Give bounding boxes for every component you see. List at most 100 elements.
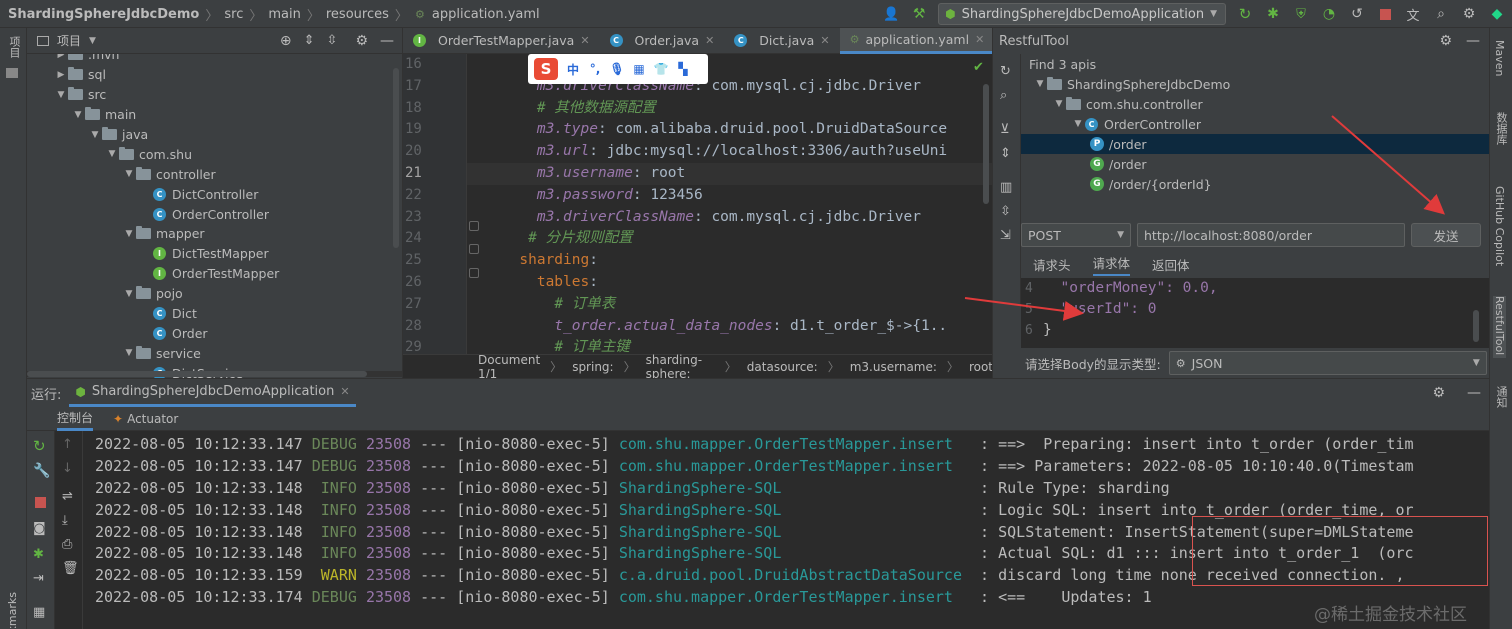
- search-icon[interactable]: ⌕: [1000, 88, 1007, 103]
- soft-wrap-icon[interactable]: ⇌: [62, 489, 73, 504]
- rerun-icon[interactable]: ↻: [1236, 5, 1254, 23]
- wrench-icon[interactable]: 🔧: [33, 463, 50, 479]
- minimize-icon[interactable]: —: [1466, 33, 1480, 49]
- chevron-down-icon[interactable]: ▼: [89, 36, 96, 46]
- status-document[interactable]: Document 1/1: [478, 353, 540, 381]
- project-panel-title[interactable]: 项目: [57, 32, 81, 49]
- bookmarks-tool-window-button[interactable]: Bookmarks: [6, 592, 19, 628]
- tree-item[interactable]: I DictTestMapper: [27, 244, 395, 264]
- tree-item[interactable]: C Order: [27, 323, 395, 343]
- coverage-icon[interactable]: ⛨: [1292, 5, 1310, 23]
- api-tree-node[interactable]: ▼ com.shu.controller: [1021, 94, 1490, 114]
- close-icon[interactable]: ✕: [975, 33, 984, 46]
- chevron-down-icon[interactable]: ▼: [1033, 79, 1047, 89]
- gear-icon[interactable]: ⚙: [1432, 385, 1445, 401]
- log-logger[interactable]: com.shu.mapper.OrderTestMapper.insert: [619, 435, 971, 453]
- update-running-icon[interactable]: ↺: [1348, 5, 1366, 23]
- close-icon[interactable]: ✕: [580, 34, 589, 47]
- chevron-down-icon[interactable]: ▼: [88, 130, 102, 140]
- punctuation-icon[interactable]: °,: [588, 62, 602, 76]
- tree-horizontal-scrollbar[interactable]: [27, 371, 402, 377]
- tree-scrollbar[interactable]: [393, 68, 399, 248]
- rerun-icon[interactable]: ↻: [33, 437, 46, 455]
- inspection-ok-icon[interactable]: ✔: [973, 60, 984, 75]
- tab-dict-java[interactable]: C Dict.java ✕: [724, 28, 839, 54]
- tree-item[interactable]: ▼ src: [27, 85, 395, 105]
- maven-tool-button[interactable]: Maven: [1493, 40, 1506, 79]
- breadcrumb-src[interactable]: src: [224, 7, 243, 22]
- chevron-down-icon[interactable]: ▼: [122, 289, 136, 299]
- refresh-icon[interactable]: ↻: [1000, 64, 1011, 79]
- tree-item[interactable]: I OrderTestMapper: [27, 264, 395, 284]
- minimize-icon[interactable]: —: [380, 33, 394, 49]
- expand-icon[interactable]: ⇕: [1000, 146, 1011, 161]
- expand-all-icon[interactable]: ⇳: [1000, 204, 1011, 219]
- chevron-down-icon[interactable]: ▼: [54, 90, 68, 100]
- chinese-mode-icon[interactable]: 中: [566, 62, 580, 77]
- log-logger[interactable]: com.shu.mapper.OrderTestMapper.insert: [619, 588, 971, 606]
- skin-shirt-icon[interactable]: 👕: [654, 62, 669, 76]
- chevron-down-icon[interactable]: ▼: [122, 169, 136, 179]
- tab-ordertestmapper[interactable]: I OrderTestMapper.java ✕: [403, 28, 600, 54]
- tree-item[interactable]: ▼ controller: [27, 164, 395, 184]
- body-scrollbar[interactable]: [1473, 310, 1479, 342]
- send-button[interactable]: 发送: [1411, 223, 1481, 247]
- login-icon[interactable]: ⇥: [33, 571, 44, 586]
- gear-icon[interactable]: ⚙: [355, 33, 368, 49]
- ide-logo-icon[interactable]: ◆: [1488, 5, 1506, 23]
- api-item[interactable]: G/order: [1021, 154, 1490, 174]
- run-configuration-select[interactable]: ⬢ ShardingSphereJdbcDemoApplication ▼: [938, 3, 1226, 25]
- stats-bars-icon[interactable]: ▥: [1000, 180, 1012, 195]
- api-item[interactable]: G/order/{orderId}: [1021, 174, 1490, 194]
- tree-item[interactable]: ▼ java: [27, 125, 395, 145]
- http-method-select[interactable]: POST ▼: [1021, 223, 1131, 247]
- database-tool-button[interactable]: 数据库: [1493, 112, 1512, 148]
- restfultool-tool-button[interactable]: RestfulTool: [1493, 296, 1506, 359]
- search-icon[interactable]: ⌕: [1432, 5, 1450, 23]
- close-icon[interactable]: ✕: [820, 34, 829, 47]
- close-icon[interactable]: ✕: [340, 385, 349, 398]
- log-logger[interactable]: com.shu.mapper.OrderTestMapper.insert: [619, 457, 971, 475]
- locate-target-icon[interactable]: ⊕: [280, 33, 292, 49]
- translate-icon[interactable]: 文: [1404, 5, 1422, 24]
- tree-item[interactable]: ▶ sql: [27, 65, 395, 85]
- tab-actuator[interactable]: ✦ Actuator: [113, 412, 178, 426]
- stop-icon[interactable]: [1376, 5, 1394, 23]
- stop-icon[interactable]: [35, 497, 46, 508]
- expand-all-icon[interactable]: ⇕: [304, 33, 315, 48]
- tree-item[interactable]: ▼ com.shu: [27, 144, 395, 164]
- status-path-sharding[interactable]: sharding-sphere:: [646, 353, 715, 381]
- tree-item[interactable]: C Dict: [27, 304, 395, 324]
- chevron-down-icon[interactable]: ▼: [105, 149, 119, 159]
- tab-order-java[interactable]: C Order.java ✕: [600, 28, 725, 54]
- chevron-right-icon[interactable]: ▶: [54, 54, 68, 60]
- tree-item[interactable]: ▶ .mvn: [27, 54, 395, 65]
- microphone-icon[interactable]: 🎙: [609, 62, 624, 76]
- log-logger[interactable]: ShardingSphere-SQL: [619, 544, 971, 562]
- trash-icon[interactable]: 🗑: [62, 561, 79, 576]
- keyboard-icon[interactable]: ▦: [632, 62, 646, 76]
- tab-response-body[interactable]: 返回体: [1152, 255, 1190, 274]
- tree-item[interactable]: C DictController: [27, 184, 395, 204]
- tab-request-headers[interactable]: 请求头: [1033, 255, 1071, 274]
- user-icon[interactable]: 👤: [882, 5, 900, 23]
- breadcrumb-project[interactable]: ShardingSphereJdbcDemo: [8, 7, 199, 22]
- chevron-down-icon[interactable]: ▼: [122, 229, 136, 239]
- collapse-all-icon[interactable]: ⇲: [1000, 228, 1011, 243]
- profile-icon[interactable]: ◔: [1320, 5, 1338, 23]
- build-hammer-icon[interactable]: ⚒: [910, 5, 928, 23]
- layout-icon[interactable]: ▦: [33, 605, 45, 620]
- tab-console[interactable]: 控制台: [57, 407, 94, 431]
- filter-icon[interactable]: ⊻: [1000, 122, 1010, 137]
- copilot-tool-button[interactable]: GitHub Copilot: [1493, 186, 1512, 269]
- api-item[interactable]: P/order: [1021, 134, 1490, 154]
- breadcrumb-main[interactable]: main: [268, 7, 300, 22]
- tab-application-yaml[interactable]: ⚙ application.yaml ✕: [839, 27, 995, 54]
- minimize-icon[interactable]: —: [1467, 385, 1481, 401]
- body-type-select[interactable]: ⚙ JSON ▼: [1168, 351, 1487, 375]
- tab-request-body[interactable]: 请求体: [1092, 253, 1131, 276]
- api-tree-node[interactable]: ▼ ShardingSphereJdbcDemo: [1021, 74, 1490, 94]
- collapse-all-icon[interactable]: ⇳: [327, 33, 338, 48]
- gear-icon[interactable]: ⚙: [1439, 33, 1452, 49]
- breadcrumb-resources[interactable]: resources: [326, 7, 389, 22]
